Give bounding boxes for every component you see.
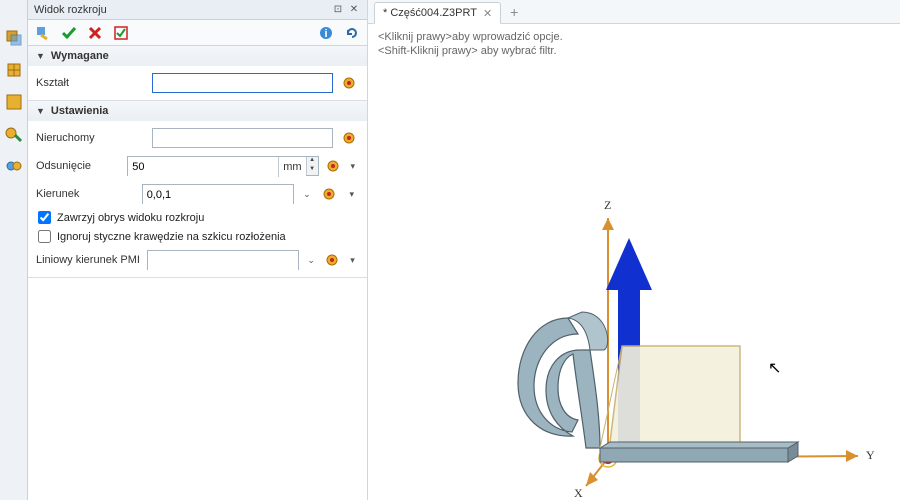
axis-z-label: Z xyxy=(604,198,611,213)
tab-close-button[interactable]: ✕ xyxy=(483,7,492,20)
shape-label: Kształt xyxy=(36,77,146,89)
section-required-title: Wymagane xyxy=(51,50,109,62)
cancel-button[interactable] xyxy=(84,22,106,44)
panel-title-text: Widok rozkroju xyxy=(34,4,107,16)
panel-pin-button[interactable]: ⊡ xyxy=(331,3,345,17)
svg-text:i: i xyxy=(324,28,327,40)
mouse-cursor-icon: ↖ xyxy=(768,358,781,378)
direction-label: Kierunek xyxy=(36,188,136,200)
collapse-icon: ▼ xyxy=(36,106,45,116)
document-tab[interactable]: * Część004.Z3PRT ✕ xyxy=(374,2,501,24)
axis-y-label: Y xyxy=(866,448,875,463)
pmi-pick-button[interactable] xyxy=(324,250,341,270)
sidebar-icon-4[interactable] xyxy=(4,124,24,144)
reset-button[interactable] xyxy=(341,22,363,44)
pmi-dropdown[interactable]: ▾ xyxy=(346,250,359,270)
ok-button[interactable] xyxy=(58,22,80,44)
collapse-icon: ▼ xyxy=(36,51,45,61)
direction-pick-button[interactable] xyxy=(320,184,338,204)
section-settings-title: Ustawienia xyxy=(51,105,108,117)
toolbar-button-1[interactable] xyxy=(32,22,54,44)
viewport-area: * Część004.Z3PRT ✕ + <Kliknij prawy>aby … xyxy=(368,0,900,500)
pmi-label: Liniowy kierunek PMI xyxy=(36,254,141,266)
apply-button[interactable] xyxy=(110,22,132,44)
offset-unit: mm xyxy=(278,157,305,177)
info-button[interactable]: i xyxy=(315,22,337,44)
sidebar-icon-1[interactable] xyxy=(4,28,24,48)
ignore-tangent-checkbox[interactable] xyxy=(38,230,51,243)
direction-dropdown[interactable]: ▾ xyxy=(345,184,360,204)
fixed-pick-button[interactable] xyxy=(339,128,359,148)
pmi-expand[interactable]: ⌄ xyxy=(305,250,318,270)
fixed-label: Nieruchomy xyxy=(36,132,146,144)
offset-label: Odsunięcie xyxy=(36,160,121,172)
sidebar-icon-5[interactable] xyxy=(4,156,24,176)
offset-dropdown[interactable]: ▾ xyxy=(347,156,359,176)
direction-input[interactable] xyxy=(143,185,293,205)
hint-line-2: <Shift-Kliknij prawy> aby wybrać filtr. xyxy=(378,44,890,58)
sidebar-icon-3[interactable] xyxy=(4,92,24,112)
tab-label: * Część004.Z3PRT xyxy=(383,7,477,19)
left-sidebar xyxy=(0,0,28,500)
new-tab-button[interactable]: + xyxy=(505,3,523,21)
properties-panel: Widok rozkroju ⊡ ✕ i ▼ Wymagane Kształt … xyxy=(28,0,368,500)
hint-line-1: <Kliknij prawy>aby wprowadzić opcje. xyxy=(378,30,890,44)
section-settings-header[interactable]: ▼ Ustawienia xyxy=(28,101,367,121)
pmi-input[interactable] xyxy=(148,251,298,271)
offset-input[interactable] xyxy=(128,157,278,177)
axis-x-label: X xyxy=(574,486,583,501)
ignore-tangent-label: Ignoruj styczne krawędzie na szkicu rozł… xyxy=(57,231,286,243)
fixed-input[interactable] xyxy=(152,128,333,148)
offset-pick-button[interactable] xyxy=(325,156,341,176)
shape-input[interactable] xyxy=(152,73,333,93)
direction-expand[interactable]: ⌄ xyxy=(300,184,315,204)
document-tabstrip: * Część004.Z3PRT ✕ + xyxy=(368,0,900,24)
hint-text: <Kliknij prawy>aby wprowadzić opcje. <Sh… xyxy=(368,24,900,58)
shape-pick-button[interactable] xyxy=(339,73,359,93)
section-required-header[interactable]: ▼ Wymagane xyxy=(28,46,367,66)
panel-titlebar: Widok rozkroju ⊡ ✕ xyxy=(28,0,367,20)
section-required: ▼ Wymagane Kształt xyxy=(28,46,367,101)
sidebar-icon-2[interactable] xyxy=(4,60,24,80)
panel-toolbar: i xyxy=(28,20,367,46)
include-outline-label: Zawrzyj obrys widoku rozkroju xyxy=(57,212,204,224)
include-outline-checkbox[interactable] xyxy=(38,211,51,224)
panel-close-button[interactable]: ✕ xyxy=(347,3,361,17)
offset-spinner[interactable]: ▲▼ xyxy=(306,157,318,175)
section-settings: ▼ Ustawienia Nieruchomy Odsunięcie mm ▲▼… xyxy=(28,101,367,278)
3d-canvas[interactable]: Z Y X ↖ xyxy=(368,58,900,500)
